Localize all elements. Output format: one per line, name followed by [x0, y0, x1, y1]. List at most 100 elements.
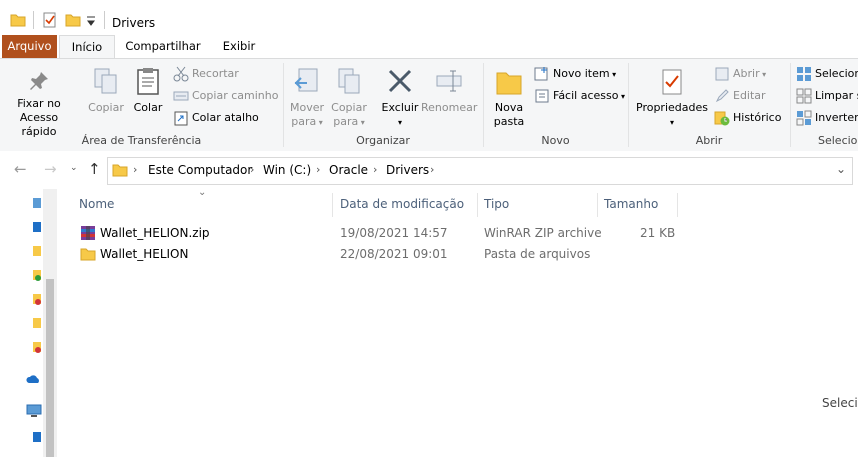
open-button[interactable]: Abrir ▾ — [714, 65, 766, 83]
file-name: Wallet_HELION — [100, 247, 189, 261]
file-modified: 22/08/2021 09:01 — [340, 247, 448, 261]
file-name: Wallet_HELION.zip — [100, 226, 210, 240]
history-icon — [714, 111, 730, 126]
sync-error-folder-icon[interactable] — [33, 341, 43, 353]
cut-button[interactable]: Recortar — [173, 65, 239, 83]
breadcrumb-chevron-icon[interactable]: › — [316, 163, 320, 176]
breadcrumb-chevron-icon[interactable]: › — [430, 163, 434, 176]
synced-folder-icon[interactable] — [33, 269, 43, 281]
quick-access-icon[interactable] — [33, 197, 43, 209]
move-to-label-1: Mover — [289, 101, 325, 114]
breadcrumb-drive-c[interactable]: Win (C:) — [263, 163, 311, 177]
tab-home[interactable]: Início — [59, 35, 115, 59]
move-to-button[interactable]: Mover para ▾ — [287, 67, 327, 130]
new-item-icon — [534, 67, 548, 81]
properties-label: Propriedades — [636, 101, 708, 114]
select-none-icon — [796, 88, 812, 104]
folder-icon[interactable] — [33, 245, 43, 257]
breadcrumb-chevron-icon[interactable]: › — [133, 163, 137, 176]
paste-shortcut-button[interactable]: Colar atalho — [173, 109, 259, 127]
up-arrow-icon[interactable]: ↑ — [88, 160, 101, 178]
select-none-label: Limpar s — [815, 89, 858, 102]
column-header-type[interactable]: Tipo — [484, 197, 509, 211]
onedrive-cloud-icon[interactable] — [26, 373, 42, 385]
address-dropdown-icon[interactable]: ⌄ — [836, 162, 846, 176]
breadcrumb-drivers[interactable]: Drivers — [386, 163, 429, 177]
sort-chevron-icon: ⌄ — [198, 187, 207, 198]
copy-path-button[interactable]: Copiar caminho — [173, 87, 278, 105]
tab-share[interactable]: Compartilhar — [122, 35, 204, 58]
drive-icon[interactable] — [33, 431, 43, 443]
copy-to-label-2: para — [333, 115, 359, 128]
history-button[interactable]: Histórico — [714, 109, 781, 127]
scrollbar-thumb[interactable] — [46, 279, 54, 457]
recent-locations-chevron-icon[interactable]: ⌄ — [70, 163, 78, 173]
select-all-button[interactable]: Selecion — [796, 65, 858, 83]
file-list: ⌄ Nome Data de modificação Tipo Tamanho … — [64, 187, 858, 457]
tab-file[interactable]: Arquivo — [2, 35, 57, 58]
clipboard-group-label: Área de Transferência — [81, 134, 202, 147]
column-header-name[interactable]: Nome — [79, 197, 114, 211]
desktop-icon[interactable] — [33, 221, 43, 233]
column-divider[interactable] — [477, 193, 478, 217]
easy-access-button[interactable]: Fácil acesso ▾ — [534, 87, 625, 105]
address-bar[interactable]: › Este Computador › Win (C:) › Oracle › … — [107, 157, 853, 185]
pin-to-quick-access-button[interactable]: Fixar no Acesso rápido — [6, 69, 72, 139]
forward-arrow-icon[interactable]: → — [44, 160, 57, 178]
rename-label: Renomear — [421, 101, 478, 114]
invert-selection-button[interactable]: Inverter — [796, 109, 858, 127]
sync-error-folder-icon[interactable] — [33, 293, 43, 305]
edit-label: Editar — [733, 89, 766, 102]
invert-selection-label: Inverter — [815, 111, 858, 124]
properties-button[interactable]: Propriedades ▾ — [636, 67, 708, 130]
copy-to-label-1: Copiar — [331, 101, 367, 114]
this-pc-icon[interactable] — [26, 404, 42, 418]
new-item-button[interactable]: Novo item ▾ — [534, 65, 616, 83]
new-folder-label-1: Nova — [494, 101, 524, 114]
back-arrow-icon[interactable]: ← — [14, 160, 27, 178]
invert-selection-icon — [796, 110, 812, 126]
breadcrumb-this-pc[interactable]: Este Computador — [148, 163, 252, 177]
edit-icon — [715, 89, 729, 103]
column-header-date-modified[interactable]: Data de modificação — [340, 197, 464, 211]
column-divider[interactable] — [332, 193, 333, 217]
select-all-icon — [797, 67, 811, 81]
new-folder-button[interactable]: Nova pasta — [490, 67, 528, 129]
select-group-label: Selecion — [818, 134, 858, 147]
column-divider[interactable] — [677, 193, 678, 217]
copy-button[interactable]: Copiar — [84, 67, 128, 115]
rename-button[interactable]: Renomear — [421, 67, 477, 115]
file-modified: 19/08/2021 14:57 — [340, 226, 448, 240]
properties-quick-icon[interactable] — [42, 12, 58, 28]
new-folder-label-2: pasta — [493, 115, 525, 128]
new-group-label: Novo — [541, 134, 570, 147]
customize-quick-access-icon[interactable] — [86, 16, 96, 26]
paste-shortcut-label: Colar atalho — [192, 111, 259, 124]
new-folder-quick-icon[interactable] — [65, 12, 81, 28]
file-row[interactable]: Wallet_HELION.zip 19/08/2021 14:57 WinRA… — [78, 224, 678, 244]
select-none-button[interactable]: Limpar s — [796, 87, 858, 105]
easy-access-label: Fácil acesso — [553, 89, 619, 102]
separator — [33, 11, 34, 29]
new-folder-icon — [496, 72, 522, 95]
navigation-bar: ← → ⌄ ↑ › Este Computador › Win (C:) › O… — [0, 151, 858, 189]
edit-button[interactable]: Editar — [714, 87, 766, 105]
delete-button[interactable]: Excluir ▾ — [380, 67, 420, 130]
file-row[interactable]: Wallet_HELION 22/08/2021 09:01 Pasta de … — [78, 245, 678, 265]
copy-to-button[interactable]: Copiar para ▾ — [329, 67, 369, 130]
paste-icon — [137, 68, 159, 95]
paste-label: Colar — [133, 101, 163, 114]
navigation-pane — [0, 189, 57, 457]
rename-icon — [436, 70, 462, 92]
easy-access-icon — [535, 89, 549, 103]
folder-icon[interactable] — [33, 317, 43, 329]
paste-button[interactable]: Colar — [130, 67, 166, 115]
column-header-size[interactable]: Tamanho — [604, 197, 658, 211]
details-pane-hint: Selecio — [822, 396, 858, 410]
tab-view[interactable]: Exibir — [214, 35, 264, 58]
breadcrumb-chevron-icon[interactable]: › — [250, 163, 254, 176]
breadcrumb-chevron-icon[interactable]: › — [373, 163, 377, 176]
column-divider[interactable] — [597, 193, 598, 217]
delete-x-icon — [388, 69, 412, 93]
breadcrumb-oracle[interactable]: Oracle — [329, 163, 368, 177]
